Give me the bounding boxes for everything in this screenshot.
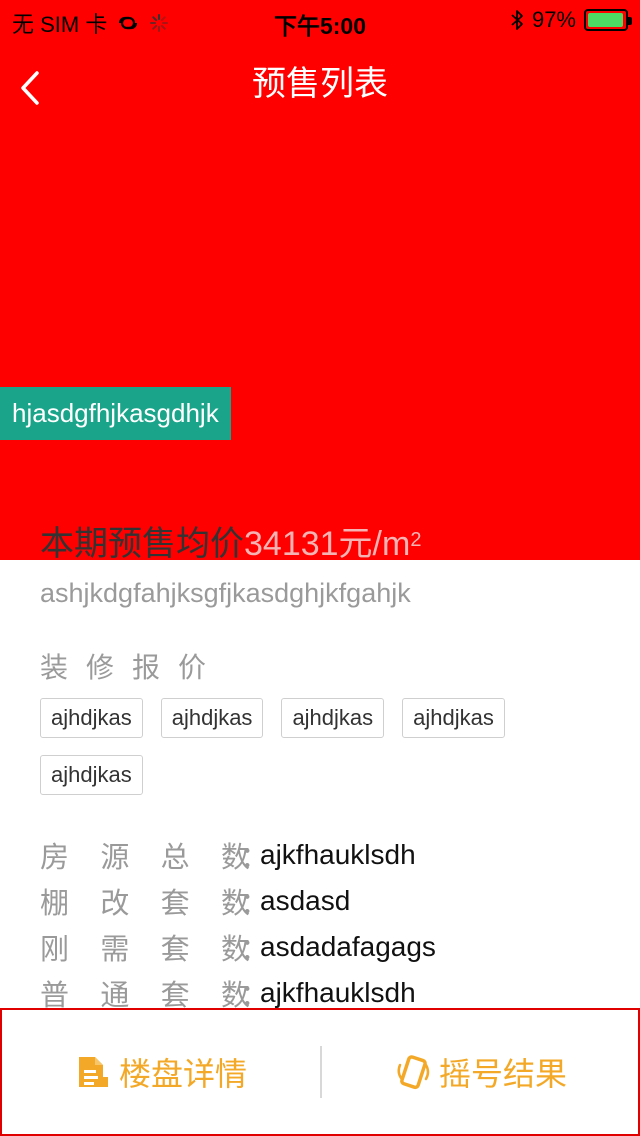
battery-level <box>588 13 623 27</box>
lottery-result-label: 摇号结果 <box>438 1056 567 1092</box>
page-title: 预售列表 <box>252 65 388 103</box>
info-value: asdadafagags <box>260 931 436 962</box>
price-value: 34131 <box>244 525 339 563</box>
label-char: 总 <box>160 842 190 874</box>
label-char: 套 <box>160 888 190 920</box>
decoration-tags: ajhdjkas ajhdjkas ajhdjkas ajhdjkas ajhd… <box>40 698 620 795</box>
info-value: ajkfhauklsdh <box>260 977 416 1008</box>
price-unit-text: 元/m <box>338 525 411 563</box>
document-icon <box>78 1057 108 1087</box>
info-value: ajkfhauklsdh <box>260 839 416 870</box>
status-right: 97% <box>510 7 632 33</box>
label-char: 棚 <box>40 888 70 920</box>
decoration-tag[interactable]: ajhdjkas <box>402 698 505 738</box>
battery-icon <box>584 9 632 31</box>
label-char: 房 <box>40 842 70 874</box>
decoration-label: 装修报价 <box>40 652 225 683</box>
decoration-tag[interactable]: ajhdjkas <box>160 698 264 738</box>
lottery-result-button[interactable]: 摇号结果 <box>322 1010 640 1134</box>
project-details-label: 楼盘详情 <box>118 1056 247 1092</box>
label-char: 源 <box>100 842 130 874</box>
info-row-shanty: 棚 改 套 数 ： asdasd <box>40 878 436 924</box>
price-label: 本期预售均价 <box>40 525 244 563</box>
info-label: 棚 改 套 数 <box>40 880 250 922</box>
info-row-total: 房 源 总 数 ： ajkfhauklsdh <box>40 832 436 878</box>
project-subtitle: ashjkdgfahjksgfjkasdghjkfgahjk <box>40 578 411 608</box>
decoration-tag[interactable]: ajhdjkas <box>281 698 385 738</box>
battery-cap <box>628 17 632 25</box>
bluetooth-icon <box>511 10 523 30</box>
project-details-button[interactable]: 楼盘详情 <box>2 1010 320 1134</box>
price-headline: 本期预售均价34131元/m2 <box>40 522 421 566</box>
label-char: 刚 <box>40 934 70 966</box>
bottom-action-bar: 楼盘详情 摇号结果 <box>0 1008 640 1136</box>
label-char: 套 <box>160 934 190 966</box>
info-label: 刚 需 套 数 <box>40 926 250 968</box>
phone-shake-icon <box>397 1055 430 1090</box>
price-unit: 元/m2 <box>339 525 422 563</box>
info-value: asdasd <box>260 885 351 916</box>
housing-info: 房 源 总 数 ： ajkfhauklsdh 棚 改 套 数 ： asdasd … <box>40 832 436 1016</box>
info-row-rigid: 刚 需 套 数 ： asdadafagags <box>40 924 436 970</box>
label-char: 需 <box>100 934 130 966</box>
banner-tag: hjasdgfhjkasgdhjk <box>0 387 231 440</box>
info-label: 房 源 总 数 <box>40 834 250 876</box>
price-unit-sup: 2 <box>410 529 422 551</box>
decoration-tag[interactable]: ajhdjkas <box>40 755 143 795</box>
status-bar: 无 SIM 卡 下午5:00 97% <box>0 0 640 40</box>
decoration-tag[interactable]: ajhdjkas <box>40 698 143 738</box>
label-char: 改 <box>100 888 130 920</box>
battery-percent: 97% <box>531 7 576 32</box>
